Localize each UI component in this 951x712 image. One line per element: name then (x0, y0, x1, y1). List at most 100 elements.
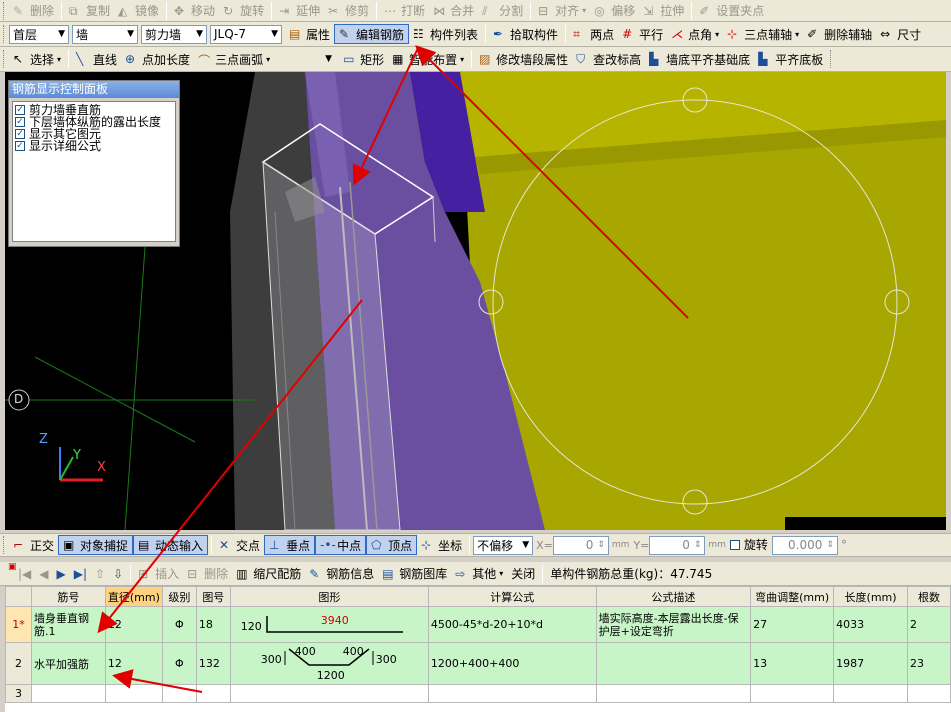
member-list-button[interactable]: ☷ 构件列表 (409, 24, 482, 44)
rotate-checkbox[interactable]: 旋转 (729, 537, 768, 553)
table-row[interactable]: 3 (5, 684, 951, 703)
point-angle-button[interactable]: ⋌ 点角 ▾ (667, 24, 723, 44)
description-cell[interactable] (595, 642, 752, 685)
x-input[interactable]: 0 ⇕ (552, 535, 609, 555)
col-header[interactable]: 图号 (195, 586, 231, 607)
copy-button[interactable]: ⧉ 复制 (65, 1, 114, 21)
prev-button[interactable]: ◀ (35, 564, 52, 584)
last-button[interactable]: ▶| (70, 564, 91, 584)
merge-button[interactable]: ⋈ 合并 (429, 1, 478, 21)
delete-row-button[interactable]: ⊟ 删除 (183, 564, 232, 584)
empty-cell[interactable] (30, 684, 106, 703)
parallel-button[interactable]: # 平行 (618, 24, 667, 44)
insert-button[interactable]: ⊞ 插入 (134, 564, 183, 584)
check-elevation-button[interactable]: ⛉ 查改标高 (572, 49, 645, 69)
size-button[interactable]: ⇔ 尺寸 (876, 24, 925, 44)
edit-rebar-button[interactable]: ✎ 编辑钢筋 (334, 24, 410, 44)
y-input[interactable]: 0 ⇕ (649, 535, 706, 555)
empty-cell[interactable] (750, 684, 835, 703)
row-number[interactable]: 3 (5, 684, 32, 703)
col-header[interactable]: 根数 (907, 586, 951, 607)
bend-cell[interactable]: 13 (750, 642, 835, 685)
col-header[interactable]: 图形 (229, 586, 429, 607)
perpendicular-snap[interactable]: ⊥ 垂点 (264, 535, 316, 555)
object-snap-toggle[interactable]: ▣ 对象捕捉 (58, 535, 134, 555)
row-number[interactable]: 1* (5, 606, 32, 643)
two-points-button[interactable]: ⌗ 两点 (569, 24, 618, 44)
smart-layout-button[interactable]: ▦ 智能布置 ▾ (388, 49, 468, 69)
move-up-button[interactable]: ⇧ (91, 564, 109, 584)
extend-button[interactable]: ⇥ 延伸 (275, 1, 324, 21)
col-header[interactable]: 筋号 (30, 586, 106, 607)
empty-cell[interactable] (161, 684, 197, 703)
floor-select[interactable]: 首层 ▼ (9, 24, 69, 44)
ortho-toggle[interactable]: ⌐ 正交 (9, 535, 58, 555)
vertex-snap[interactable]: ⬠ 顶点 (366, 535, 418, 555)
row-number[interactable]: 2 (5, 642, 32, 685)
col-header[interactable]: 直径(mm) (104, 586, 163, 607)
line-button[interactable]: ╲ 直线 (72, 49, 121, 69)
rebar-name-cell[interactable]: 水平加强筋 (30, 642, 106, 685)
move-down-button[interactable]: ⇩ (109, 564, 127, 584)
rotate-button[interactable]: ↻ 旋转 (219, 1, 268, 21)
empty-cell[interactable] (427, 684, 597, 703)
rotate-input[interactable]: 0.000 ⇕ (771, 535, 838, 555)
empty-cell[interactable] (595, 684, 752, 703)
three-point-axis-button[interactable]: ⊹ 三点辅轴 ▾ (723, 24, 803, 44)
rebar-name-cell[interactable]: 墙身垂直钢筋.1 (30, 606, 106, 643)
modify-segment-button[interactable]: ▨ 修改墙段属性 (475, 49, 572, 69)
col-header[interactable]: 弯曲调整(mm) (750, 586, 835, 607)
rebar-library-button[interactable]: ▤ 钢筋图库 (378, 564, 451, 584)
length-cell[interactable]: 1987 (833, 642, 908, 685)
count-cell[interactable]: 2 (907, 606, 951, 643)
first-button[interactable]: |◀ (14, 564, 35, 584)
checkbox-show-detailed-formula[interactable]: ✓ 显示详细公式 (15, 140, 173, 152)
formula-cell[interactable]: 4500-45*d-20+10*d (427, 606, 597, 643)
align-slab-bottom-button[interactable]: ▙ 平齐底板 (754, 49, 827, 69)
scale-rebar-button[interactable]: ▥ 缩尺配筋 (232, 564, 305, 584)
coordinate-snap[interactable]: ⊹ 坐标 (417, 535, 466, 555)
wall-bottom-align-button[interactable]: ▙ 墙底平齐基础底 (645, 49, 754, 69)
col-header[interactable]: 公式描述 (595, 586, 752, 607)
diameter-cell[interactable]: 12 (104, 642, 163, 685)
grade-cell[interactable]: Φ (161, 642, 197, 685)
table-row[interactable]: 2 水平加强筋 12 Φ 132 300 400 400 300 1200 12… (5, 642, 951, 685)
arc-button[interactable]: ⌒ 三点画弧 ▾ (194, 49, 274, 69)
rebar-info-button[interactable]: ✎ 钢筋信息 (305, 564, 378, 584)
category-select[interactable]: 墙 ▼ (72, 24, 138, 44)
empty-cell[interactable] (104, 684, 163, 703)
figure-no-cell[interactable]: 132 (195, 642, 231, 685)
grade-cell[interactable]: Φ (161, 606, 197, 643)
draw-mode-select[interactable]: ▼ (274, 49, 337, 69)
shape-cell[interactable]: 120 3940 (229, 606, 429, 643)
offset-button[interactable]: ◎ 偏移 (590, 1, 639, 21)
dynamic-input-toggle[interactable]: ▤ 动态输入 (133, 535, 209, 555)
midpoint-snap[interactable]: -•- 中点 (315, 535, 367, 555)
col-header[interactable]: 计算公式 (427, 586, 597, 607)
type-select[interactable]: 剪力墙 ▼ (141, 24, 207, 44)
stretch-button[interactable]: ⇲ 拉伸 (639, 1, 688, 21)
formula-cell[interactable]: 1200+400+400 (427, 642, 597, 685)
point-length-button[interactable]: ⊕ 点加长度 (121, 49, 194, 69)
empty-cell[interactable] (833, 684, 908, 703)
delete-axis-button[interactable]: ✐ 删除辅轴 (803, 24, 876, 44)
rect-button[interactable]: ▭ 矩形 (339, 49, 388, 69)
figure-no-cell[interactable]: 18 (195, 606, 231, 643)
empty-cell[interactable] (195, 684, 231, 703)
split-button[interactable]: ⫽ 分割 (478, 1, 527, 21)
mirror-button[interactable]: ◭ 镜像 (114, 1, 163, 21)
other-menu[interactable]: ⇨ 其他 ▾ (451, 564, 507, 584)
length-cell[interactable]: 4033 (833, 606, 908, 643)
close-button[interactable]: 关闭 (507, 564, 539, 584)
shape-cell[interactable]: 300 400 400 300 1200 (229, 642, 429, 685)
count-cell[interactable]: 23 (907, 642, 951, 685)
col-header[interactable]: 长度(mm) (833, 586, 908, 607)
trim-button[interactable]: ✂ 修剪 (324, 1, 373, 21)
move-button[interactable]: ✥ 移动 (170, 1, 219, 21)
properties-button[interactable]: ▤ 属性 (285, 24, 334, 44)
pick-member-button[interactable]: ✒ 拾取构件 (489, 24, 562, 44)
next-button[interactable]: ▶ (53, 564, 70, 584)
description-cell[interactable]: 墙实际高度-本层露出长度-保护层+设定弯折 (595, 606, 752, 643)
member-select[interactable]: JLQ-7 ▼ (210, 24, 282, 44)
col-header[interactable]: 级别 (161, 586, 197, 607)
